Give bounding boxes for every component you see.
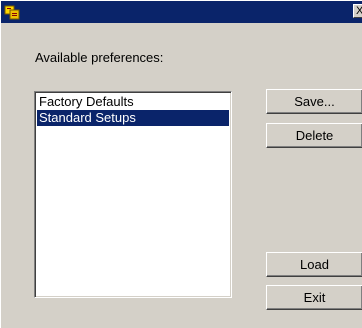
list-item-factory-defaults[interactable]: Factory Defaults (37, 94, 229, 110)
list-item-standard-setups[interactable]: Standard Setups (37, 110, 229, 126)
save-button[interactable]: Save... (266, 89, 362, 114)
exit-button[interactable]: Exit (266, 285, 362, 310)
delete-button[interactable]: Delete (266, 123, 362, 148)
app-icon[interactable] (4, 4, 20, 20)
available-preferences-label: Available preferences: (35, 50, 164, 65)
title-bar[interactable]: X (1, 1, 362, 23)
preferences-dialog: X Available preferences: Factory Default… (0, 0, 362, 328)
close-button[interactable]: X (353, 4, 362, 18)
preferences-listbox[interactable]: Factory Defaults Standard Setups (34, 91, 232, 298)
load-button[interactable]: Load (266, 252, 362, 277)
close-icon: X (356, 5, 362, 17)
